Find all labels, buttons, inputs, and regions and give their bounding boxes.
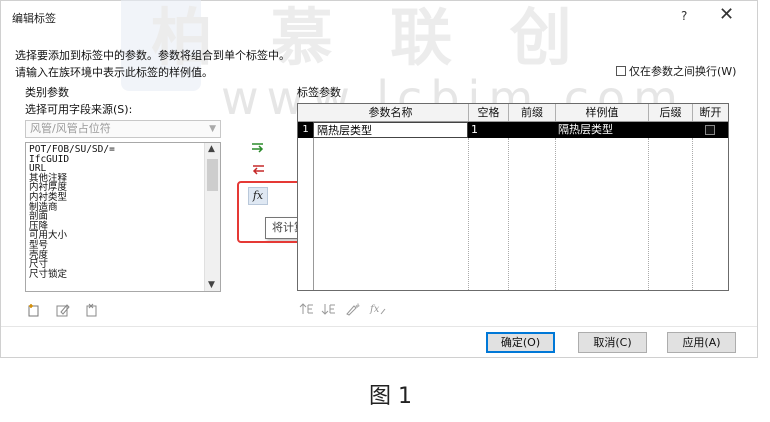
wrap-checkbox[interactable] [616, 66, 626, 76]
grid-line [468, 138, 469, 290]
row-suffix[interactable] [648, 122, 692, 138]
edit-format-icon[interactable]: # [345, 302, 361, 320]
move-up-icon[interactable] [299, 302, 315, 320]
cancel-button[interactable]: 取消(C) [578, 332, 647, 353]
grid-line [648, 138, 649, 290]
svg-text:#: # [355, 303, 360, 310]
row-break-checkbox[interactable] [705, 125, 715, 135]
row-number: 1 [302, 124, 309, 135]
label-parameters-grid[interactable]: 参数名称 空格 前缀 样例值 后缀 断开 1 隔热层类型 1 隔热层类型 [297, 103, 729, 291]
table-row[interactable]: 1 隔热层类型 1 隔热层类型 [298, 122, 728, 138]
move-down-icon[interactable] [321, 302, 337, 320]
col-prefix[interactable]: 前缀 [508, 104, 555, 121]
scroll-thumb[interactable] [207, 159, 218, 191]
help-button[interactable]: ? [681, 9, 687, 23]
wrap-between-params-option[interactable]: 仅在参数之间换行(W) [616, 63, 736, 79]
col-suffix[interactable]: 后缀 [648, 104, 692, 121]
field-source-label: 选择可用字段来源(S): [25, 103, 133, 116]
edit-label-dialog: 柏 慕 联 创 www.lcbim.com 编辑标签 ? ✕ 选择要添加到标签中… [0, 0, 758, 358]
list-item[interactable]: 尺寸锁定 [29, 270, 205, 280]
col-sample-value[interactable]: 样例值 [555, 104, 648, 121]
svg-text:fx: fx [369, 304, 380, 315]
scroll-down-icon[interactable]: ▼ [208, 280, 215, 290]
title-bar: 编辑标签 ? ✕ [1, 1, 757, 35]
category-parameters-label: 类别参数 [25, 86, 69, 99]
list-item[interactable]: 壳度 [29, 250, 205, 261]
col-space[interactable]: 空格 [468, 104, 508, 121]
field-source-value: 风管/风管占位符 [30, 122, 111, 135]
dialog-title: 编辑标签 [12, 12, 56, 25]
available-params-list[interactable]: POT/FOB/SU/SD/= IfcGUID URL 其他注释 内衬厚度 内衬类型 制造商… [25, 142, 221, 292]
row-param-name[interactable]: 隔热层类型 [313, 122, 468, 138]
col-param-name[interactable]: 参数名称 [313, 104, 468, 121]
list-item[interactable]: 制造商 [29, 202, 205, 213]
field-source-select[interactable]: 风管/风管占位符 ▼ [25, 120, 221, 138]
apply-button[interactable]: 应用(A) [667, 332, 736, 353]
description-line-2: 请输入在族环境中表示此标签的样例值。 [15, 66, 213, 79]
figure-caption: 图 1 [369, 384, 412, 409]
grid-line [555, 138, 556, 290]
add-param-icon[interactable] [250, 140, 266, 156]
list-item[interactable]: 可用大小 [29, 231, 205, 241]
list-item[interactable]: 型号 [29, 241, 205, 251]
list-scrollbar[interactable]: ▲ ▼ [204, 143, 220, 291]
edit-param-icon[interactable] [56, 303, 70, 321]
new-param-icon[interactable] [27, 303, 41, 321]
row-space[interactable]: 1 [468, 122, 508, 138]
fx-edit-icon[interactable]: fx [369, 302, 387, 320]
list-item[interactable]: 剖面 [29, 212, 205, 222]
wrap-checkbox-label: 仅在参数之间换行(W) [629, 65, 737, 78]
grid-line [692, 138, 693, 290]
row-sample-value[interactable]: 隔热层类型 [555, 122, 648, 138]
list-item[interactable]: IfcGUID [29, 154, 205, 165]
grid-header: 参数名称 空格 前缀 样例值 后缀 断开 [298, 104, 728, 122]
label-parameters-title: 标签参数 [297, 86, 341, 99]
scroll-up-icon[interactable]: ▲ [208, 144, 215, 154]
chevron-down-icon: ▼ [209, 124, 216, 134]
col-break[interactable]: 断开 [692, 104, 728, 121]
grid-line [508, 138, 509, 290]
footer-divider [1, 326, 757, 327]
row-prefix[interactable] [508, 122, 555, 138]
close-button[interactable]: ✕ [719, 5, 734, 25]
description-line-1: 选择要添加到标签中的参数。参数将组合到单个标签中。 [15, 49, 290, 62]
ok-button[interactable]: 确定(O) [486, 332, 555, 353]
param-items: POT/FOB/SU/SD/= IfcGUID URL 其他注释 内衬厚度 内衬类型 制造商… [29, 145, 205, 279]
delete-param-icon[interactable] [85, 303, 99, 321]
remove-param-icon[interactable] [250, 162, 266, 178]
grid-line [313, 138, 314, 290]
